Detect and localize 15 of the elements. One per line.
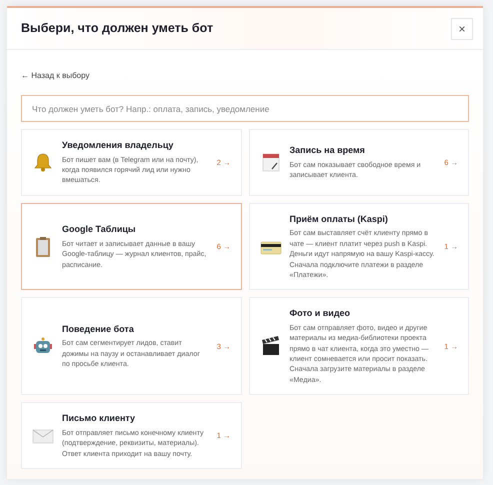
card-title: Google Таблицы xyxy=(62,223,137,236)
calendar-icon xyxy=(260,151,282,174)
close-button[interactable]: × xyxy=(451,18,473,40)
card-title: Письмо клиенту xyxy=(62,412,136,426)
card-title: Фото и видео xyxy=(290,307,352,320)
capability-card[interactable] xyxy=(248,297,469,396)
card-title: Уведомления владельцу xyxy=(62,139,174,152)
card-title: Приём оплаты (Kaspi) xyxy=(290,212,389,226)
card-title: Запись на время xyxy=(290,144,366,158)
clapperboard-icon xyxy=(260,335,282,358)
search-field[interactable]: Что должен уметь бот? Напр.: оплата, запись, уведомление xyxy=(21,95,469,122)
bell-icon xyxy=(32,151,54,174)
card-title: Поведение бота xyxy=(62,322,135,336)
back-link[interactable]: ← Назад к выбору xyxy=(21,71,90,80)
dialog-title: Выбери, что должен уметь бот xyxy=(21,20,214,38)
